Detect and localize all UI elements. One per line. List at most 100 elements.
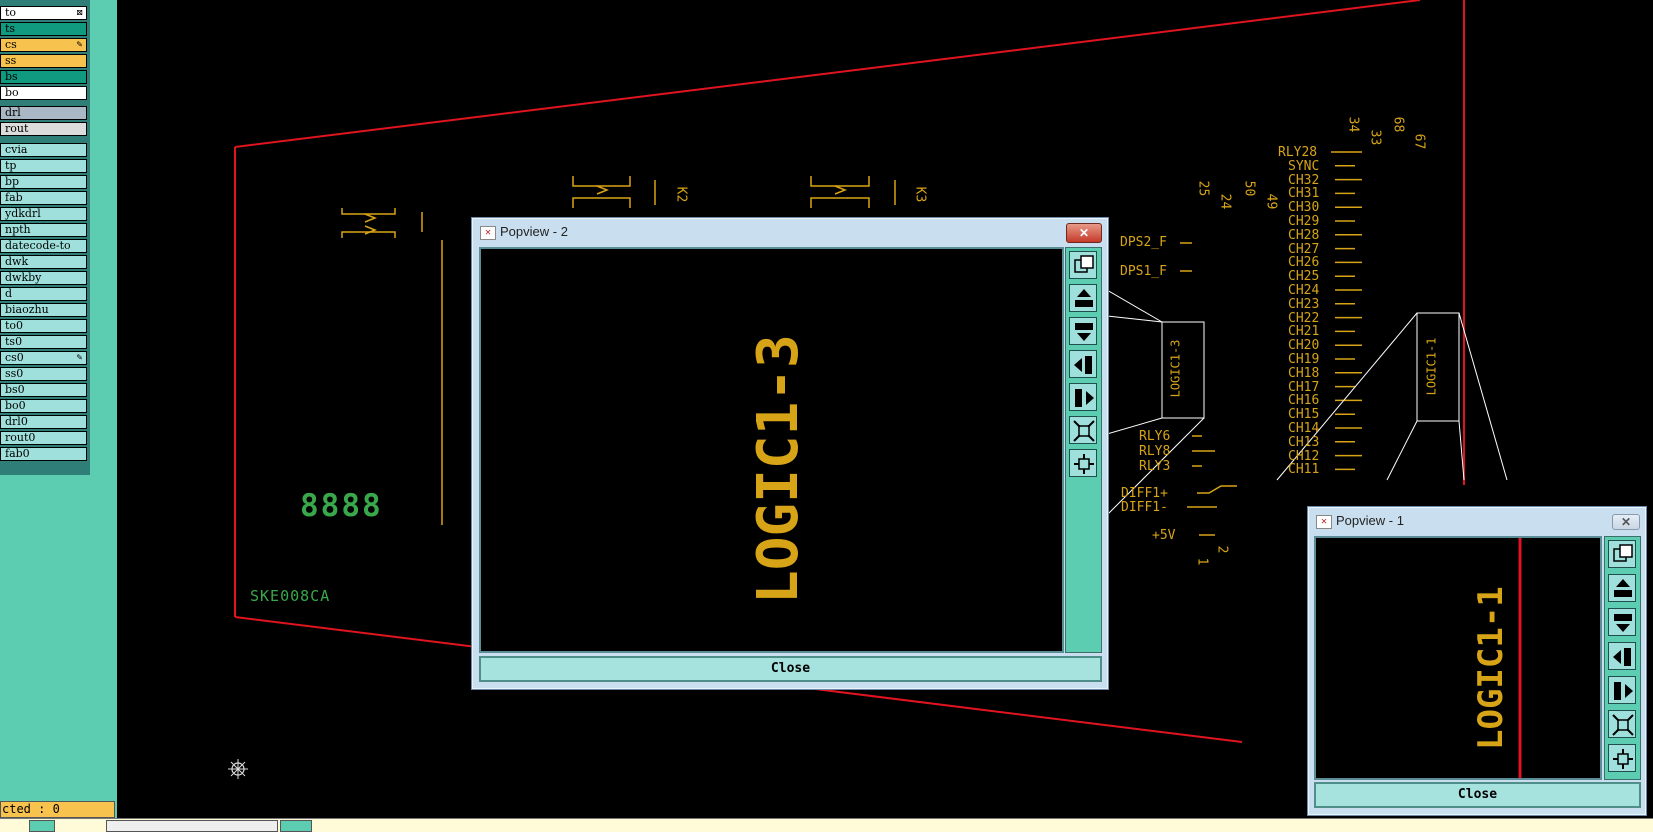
layer-row-cvia[interactable]: cvia [0,143,87,157]
layer-row-rout0[interactable]: rout0 [0,431,87,445]
layer-row-fab0[interactable]: fab0 [0,447,87,461]
pan-down-button[interactable] [1608,608,1636,636]
pan-right-button[interactable] [1069,383,1097,411]
zoom-fit-button[interactable] [1608,540,1636,568]
net-label-ch32: CH32 [1288,172,1320,188]
layer-row-bo[interactable]: bo [0,86,87,100]
layer-row-rout[interactable]: rout [0,122,87,136]
layer-label: npth [5,223,31,236]
net-label-ch23: CH23 [1288,296,1320,312]
layer-row-bs[interactable]: bs [0,70,87,84]
net-label-rly28: RLY28 [1278,145,1318,160]
popview-1-titlebar[interactable]: ✕ Popview - 1 ✕ [1308,507,1646,535]
layer-label: ts [5,22,16,35]
pan-left-button[interactable] [1608,642,1636,670]
popview-2-window: ✕ Popview - 2 ✕ LOGIC1-3 Close [471,217,1109,690]
zoom-out-button[interactable] [1069,449,1097,477]
layer-panel: to ⊠ ts cs ✎ ss bs bo drl rout cvia tp bp fab ydkdrl… [0,0,117,831]
zoom-in-button[interactable] [1069,416,1097,444]
layer-row-ydkdrl[interactable]: ydkdrl [0,207,87,221]
relay-footprint-k3 [810,176,896,208]
board-outline [234,0,1421,148]
board-outline-segment [1518,538,1522,778]
layer-row-to[interactable]: to ⊠ [0,6,87,20]
layer-row-dwkby[interactable]: dwkby [0,271,87,285]
left-net-stubs [1180,242,1237,536]
lock-icon: ⊠ [76,8,83,17]
pin-number-68: 68 [1390,116,1406,133]
popview-2-viewport[interactable]: LOGIC1-3 [479,247,1064,653]
layer-row-drl0[interactable]: drl0 [0,415,87,429]
layer-row-ts0[interactable]: ts0 [0,335,87,349]
layer-label: bo0 [5,399,26,412]
layer-label: drl [5,106,21,119]
net-label-ch25: CH25 [1288,269,1320,285]
close-x-icon[interactable]: ✕ [1066,223,1102,243]
layer-row-bs0[interactable]: bs0 [0,383,87,397]
layer-row-cs[interactable]: cs ✎ [0,38,87,52]
net-label-rly6: RLY6 [1139,429,1171,444]
layer-row-d[interactable]: d [0,287,87,301]
layer-row-cs0[interactable]: cs0 ✎ [0,351,87,365]
popview-2-close-button[interactable]: Close [479,656,1102,682]
bottom-button-2[interactable] [280,820,312,832]
relay-label-k2: K2 [673,186,689,203]
layer-label: d [5,287,13,300]
net-label-ch26: CH26 [1288,255,1320,271]
pin-number-2: 2 [1214,545,1230,554]
layer-row-datecode-to[interactable]: datecode-to [0,239,87,253]
net-label-ch29: CH29 [1288,214,1320,229]
layer-group-drill: drl rout [0,106,87,138]
layer-row-bp[interactable]: bp [0,175,87,189]
pan-left-icon [1613,648,1631,666]
pin-number-33: 33 [1367,129,1383,146]
layer-row-biaozhu[interactable]: biaozhu [0,303,87,317]
pin-number-67: 67 [1411,133,1427,150]
layer-row-ss0[interactable]: ss0 [0,367,87,381]
layer-row-fab[interactable]: fab [0,191,87,205]
net-label-ch28: CH28 [1288,227,1320,243]
layer-row-tp[interactable]: tp [0,159,87,173]
bottom-toolbar [0,818,1653,832]
popview-2-toolbar [1065,247,1102,653]
layer-row-drl[interactable]: drl [0,106,87,120]
layer-row-bo0[interactable]: bo0 [0,399,87,413]
layer-row-dwk[interactable]: dwk [0,255,87,269]
pan-up-icon [1614,579,1632,597]
popview-1-viewport[interactable]: LOGIC1-1 [1314,536,1602,780]
layer-row-npth[interactable]: npth [0,223,87,237]
zoom-fit-button[interactable] [1069,251,1097,279]
popview-1-close-button[interactable]: Close [1314,782,1641,808]
popview-1-window: ✕ Popview - 1 ✕ LOGIC1-1 Close [1307,506,1647,816]
popview-1-title: Popview - 1 [1336,513,1404,528]
zoom-out-button[interactable] [1608,744,1636,772]
layer-label: ss0 [5,367,24,380]
pan-down-icon [1614,614,1632,632]
layer-label: bs [5,70,18,83]
layer-row-ts[interactable]: ts [0,22,87,36]
popview-2-titlebar[interactable]: ✕ Popview - 2 ✕ [472,218,1108,246]
relay-footprint-1 [341,208,443,525]
pan-left-button[interactable] [1069,350,1097,378]
layer-row-to0[interactable]: to0 [0,319,87,333]
layer-label: cs0 [5,351,24,364]
pan-right-icon [1075,389,1094,407]
net-label-ch31: CH31 [1288,186,1320,202]
net-label-ch22: CH22 [1288,310,1320,326]
app-icon: ✕ [1316,515,1332,529]
pan-up-button[interactable] [1069,284,1097,312]
zoom-in-button[interactable] [1608,710,1636,738]
bottom-field[interactable] [106,820,278,832]
net-label-ch16: CH16 [1288,393,1320,409]
close-x-icon[interactable]: ✕ [1612,514,1640,530]
popview-1-zoom-text: LOGIC1-1 [1471,586,1511,750]
bottom-button-1[interactable] [29,820,55,832]
pan-up-button[interactable] [1608,574,1636,602]
net-label-ch18: CH18 [1288,365,1320,381]
pan-down-button[interactable] [1069,317,1097,345]
edit-icon: ✎ [76,353,83,362]
selected-count-status: cted : 0 [0,801,115,818]
seven-segment-display: 8888 [300,488,383,524]
layer-row-ss[interactable]: ss [0,54,87,68]
pan-right-button[interactable] [1608,676,1636,704]
